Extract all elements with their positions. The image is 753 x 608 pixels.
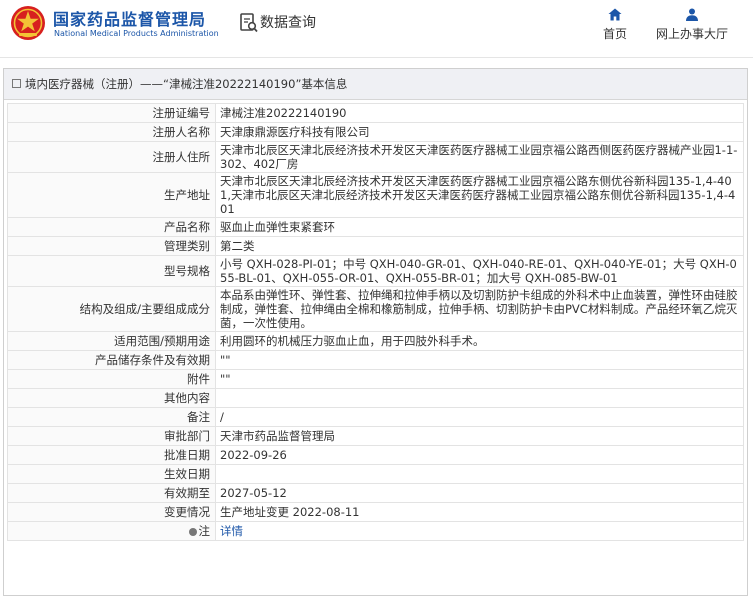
field-label: 生产地址 — [7, 172, 216, 218]
field-label: 备注 — [7, 407, 216, 427]
table-row: 批准日期 2022-09-26 — [7, 445, 744, 465]
field-value: 驱血止血弹性束紧套环 — [215, 217, 744, 237]
field-label: 型号规格 — [7, 255, 216, 287]
home-icon — [608, 8, 622, 21]
field-value: 2027-05-12 — [215, 483, 744, 503]
table-row: 注册证编号 津械注准20222140190 — [7, 103, 744, 123]
field-label: 批准日期 — [7, 445, 216, 465]
field-value: 天津康鼎源医疗科技有限公司 — [215, 122, 744, 142]
field-label: 产品储存条件及有效期 — [7, 350, 216, 370]
field-label: 生效日期 — [7, 464, 216, 484]
field-value: 天津市药品监督管理局 — [215, 426, 744, 446]
field-value — [215, 464, 744, 484]
table-row: 管理类别 第二类 — [7, 236, 744, 256]
field-value: 本品系由弹性环、弹性套、拉伸绳和拉伸手柄以及切割防护卡组成的外科术中止血装置，弹… — [215, 286, 744, 332]
table-row: 附件 "" — [7, 369, 744, 389]
field-label: 结构及组成/主要组成成分 — [7, 286, 216, 332]
table-row: 结构及组成/主要组成成分 本品系由弹性环、弹性套、拉伸绳和拉伸手柄以及切割防护卡组… — [7, 286, 744, 332]
field-value: / — [215, 407, 744, 427]
field-value: 津械注准20222140190 — [215, 103, 744, 123]
detail-table: 注册证编号 津械注准20222140190 注册人名称 天津康鼎源医疗科技有限公司 注册… — [7, 103, 744, 541]
table-row: 审批部门 天津市药品监督管理局 — [7, 426, 744, 446]
table-row: 注册人名称 天津康鼎源医疗科技有限公司 — [7, 122, 744, 142]
field-label: 其他内容 — [7, 388, 216, 408]
note-label: 注 — [7, 521, 216, 541]
nav-home[interactable]: 首页 — [597, 8, 633, 42]
header-divider — [0, 57, 753, 58]
table-row: 注详情 — [7, 521, 744, 541]
field-label: 变更情况 — [7, 502, 216, 522]
field-label: 附件 — [7, 369, 216, 389]
field-label: 有效期至 — [7, 483, 216, 503]
emblem-icon — [11, 6, 45, 40]
field-label: 注册人住所 — [7, 141, 216, 173]
field-value — [215, 388, 744, 408]
field-value: 天津市北辰区天津北辰经济技术开发区天津医药医疗器械工业园京福公路东侧优谷新科园1… — [215, 172, 744, 218]
document-search-icon — [240, 13, 258, 33]
nav-home-label: 首页 — [602, 27, 627, 41]
site-header: 国家药品监督管理局 National Medical Products Admi… — [0, 0, 753, 57]
field-value: 小号 QXH-028-PI-01；中号 QXH-040-GR-01、QXH-04… — [215, 255, 744, 287]
table-row: 其他内容 — [7, 388, 744, 408]
field-label: 管理类别 — [7, 236, 216, 256]
site-brand-title: 国家药品监督管理局 — [53, 10, 207, 29]
table-row: 产品名称 驱血止血弹性束紧套环 — [7, 217, 744, 237]
field-value: 生产地址变更 2022-08-11 — [215, 502, 744, 522]
field-label: 产品名称 — [7, 217, 216, 237]
field-label: 适用范围/预期用途 — [7, 331, 216, 351]
field-label: 审批部门 — [7, 426, 216, 446]
field-value: "" — [215, 350, 744, 370]
person-icon — [686, 8, 698, 21]
panel-title: 境内医疗器械（注册）——“津械注准20222140190”基本信息 — [4, 69, 747, 100]
table-row: 适用范围/预期用途 利用圆环的机械压力驱血止血，用于四肢外科手术。 — [7, 331, 744, 351]
field-value: 利用圆环的机械压力驱血止血，用于四肢外科手术。 — [215, 331, 744, 351]
panel-title-text: 境内医疗器械（注册）——“津械注准20222140190”基本信息 — [25, 77, 348, 91]
nav-online-office[interactable]: 网上办事大厅 — [649, 8, 735, 42]
data-query-link[interactable]: 数据查询 — [260, 12, 316, 32]
field-value: 第二类 — [215, 236, 744, 256]
bulb-icon — [188, 527, 197, 536]
table-row: 型号规格 小号 QXH-028-PI-01；中号 QXH-040-GR-01、QX… — [7, 255, 744, 287]
detail-panel: 境内医疗器械（注册）——“津械注准20222140190”基本信息 注册证编号津… — [3, 68, 748, 596]
field-value: 天津市北辰区天津北辰经济技术开发区天津医药医疗器械工业园京福公路西侧医药医疗器械… — [215, 141, 744, 173]
table-row: 注册人住所 天津市北辰区天津北辰经济技术开发区天津医药医疗器械工业园京福公路西侧医… — [7, 141, 744, 173]
table-row: 备注 / — [7, 407, 744, 427]
site-brand-subtitle: National Medical Products Administration — [54, 29, 219, 38]
table-row: 生效日期 — [7, 464, 744, 484]
note-value: 详情 — [215, 521, 744, 541]
field-value: "" — [215, 369, 744, 389]
field-label: 注册人名称 — [7, 122, 216, 142]
field-label: 注册证编号 — [7, 103, 216, 123]
table-row: 有效期至 2027-05-12 — [7, 483, 744, 503]
nav-office-label: 网上办事大厅 — [655, 27, 728, 41]
square-icon — [12, 79, 21, 88]
table-row: 生产地址 天津市北辰区天津北辰经济技术开发区天津医药医疗器械工业园京福公路东侧优谷… — [7, 172, 744, 218]
table-row: 变更情况 生产地址变更 2022-08-11 — [7, 502, 744, 522]
note-label-text: 注 — [198, 524, 211, 538]
details-link[interactable]: 详情 — [220, 524, 243, 538]
table-row: 产品储存条件及有效期 "" — [7, 350, 744, 370]
field-value: 2022-09-26 — [215, 445, 744, 465]
